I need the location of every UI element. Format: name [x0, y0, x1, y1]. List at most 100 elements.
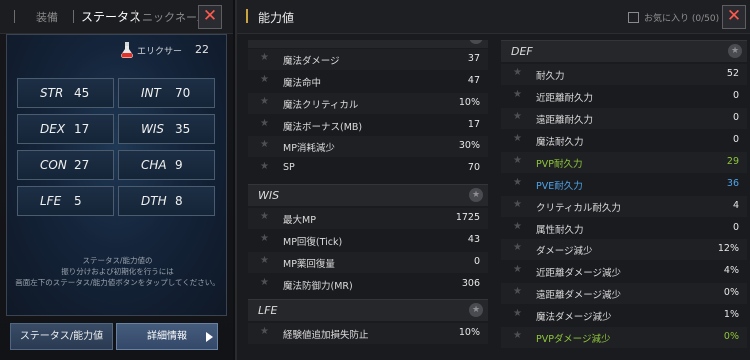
- ability-value: 0: [732, 134, 739, 145]
- star-icon[interactable]: ★: [513, 111, 522, 122]
- ability-row[interactable]: ★ 魔法ダメージ減少 1%: [501, 305, 747, 326]
- stat-lfe[interactable]: LFE 5: [17, 186, 114, 216]
- ability-value: 47: [467, 75, 480, 86]
- ability-label: 遠距離耐久力: [536, 115, 594, 126]
- ability-row[interactable]: ★ PVPダメージ減少 0%: [501, 327, 747, 348]
- ability-label: MP回復(Tick): [283, 237, 343, 248]
- star-icon[interactable]: ★: [260, 139, 269, 150]
- stat-value: 70: [175, 86, 191, 100]
- star-icon[interactable]: ★: [260, 326, 269, 337]
- star-icon[interactable]: ★: [513, 308, 522, 319]
- ability-row[interactable]: ★ MP消耗減少 30%: [248, 136, 488, 157]
- stat-con[interactable]: CON 27: [17, 150, 114, 180]
- star-icon[interactable]: ★: [513, 286, 522, 297]
- star-icon[interactable]: ★: [260, 233, 269, 244]
- star-icon[interactable]: ★: [513, 330, 522, 341]
- ability-label: PVP耐久力: [536, 159, 583, 170]
- ability-panel: 能力値 お気に入り (0/50) ✕ ★ ★ 魔法ダメージ 37 ★ 魔法命中 …: [235, 0, 750, 360]
- tab-divider: [14, 10, 15, 23]
- star-icon[interactable]: ★: [260, 161, 269, 172]
- ability-row[interactable]: ★ MP薬回復量 0: [248, 252, 488, 273]
- close-button[interactable]: ✕: [722, 5, 746, 29]
- stat-cha[interactable]: CHA 9: [118, 150, 215, 180]
- ability-row[interactable]: ★ 経験値追加損失防止 10%: [248, 323, 488, 344]
- ability-value: 0: [473, 256, 480, 267]
- ability-row[interactable]: ★ PVE耐久力 36: [501, 174, 747, 195]
- star-icon[interactable]: ★: [260, 52, 269, 63]
- close-button[interactable]: ✕: [198, 5, 222, 29]
- ability-row[interactable]: ★ 魔法防御力(MR) 306: [248, 274, 488, 295]
- detail-info-button[interactable]: 詳細情報: [116, 323, 218, 350]
- ability-list-left[interactable]: ★ ★ 魔法ダメージ 37 ★ 魔法命中 47 ★ 魔法クリティカル 10% ★…: [248, 40, 488, 360]
- stat-name: STR: [40, 86, 64, 100]
- ability-row[interactable]: ★ ダメージ減少 12%: [501, 239, 747, 260]
- ability-value: 43: [467, 234, 480, 245]
- ability-row[interactable]: ★ 近距離ダメージ減少 4%: [501, 261, 747, 282]
- star-icon[interactable]: ★: [260, 277, 269, 288]
- stat-name: WIS: [141, 122, 165, 136]
- star-icon[interactable]: ★: [513, 264, 522, 275]
- help-note-line: 画面左下のステータス/能力値ボタンをタップしてください。: [15, 278, 220, 287]
- star-icon[interactable]: ★: [513, 67, 522, 78]
- section-header-wis: WIS ★: [248, 184, 488, 206]
- star-icon[interactable]: ★: [260, 74, 269, 85]
- stat-dex[interactable]: DEX 17: [17, 114, 114, 144]
- stat-int[interactable]: INT 70: [118, 78, 215, 108]
- section-header-int: ★: [248, 40, 488, 48]
- tab-status[interactable]: ステータス: [81, 8, 141, 25]
- ability-row[interactable]: ★ 近距離耐久力 0: [501, 86, 747, 107]
- close-icon: ✕: [726, 6, 742, 26]
- stat-str[interactable]: STR 45: [17, 78, 114, 108]
- ability-row[interactable]: ★ 魔法命中 47: [248, 71, 488, 92]
- help-note: ステータス/能力値の 振り分けおよび初期化を行うには 画面左下のステータス/能力…: [7, 255, 228, 288]
- ability-row[interactable]: ★ クリティカル耐久力 4: [501, 196, 747, 217]
- star-icon[interactable]: ★: [513, 177, 522, 188]
- ability-row[interactable]: ★ 魔法ダメージ 37: [248, 49, 488, 70]
- tab-divider: [135, 10, 136, 23]
- ability-row[interactable]: ★ 耐久力 52: [501, 64, 747, 85]
- ability-row[interactable]: ★ PVP耐久力 29: [501, 152, 747, 173]
- star-icon[interactable]: ★: [513, 199, 522, 210]
- elixir-count: 22: [195, 43, 209, 56]
- ability-value: 10%: [458, 97, 480, 108]
- tab-divider: [73, 10, 74, 23]
- stat-name: CHA: [141, 158, 167, 172]
- section-header-def: DEF ★: [501, 40, 747, 62]
- ability-value: 37: [467, 53, 480, 64]
- stat-name: INT: [141, 86, 161, 100]
- ability-label: PVPダメージ減少: [536, 334, 611, 345]
- stat-dth[interactable]: DTH 8: [118, 186, 215, 216]
- tab-equipment[interactable]: 装備: [36, 9, 58, 25]
- star-icon[interactable]: ★: [260, 211, 269, 222]
- ability-value: 0: [732, 90, 739, 101]
- ability-list-right[interactable]: DEF ★ ★ 耐久力 52 ★ 近距離耐久力 0 ★ 遠距離耐久力 0 ★ 魔…: [501, 40, 747, 360]
- ability-row[interactable]: ★ 最大MP 1725: [248, 208, 488, 229]
- ability-row[interactable]: ★ 魔法クリティカル 10%: [248, 93, 488, 114]
- favorite-checkbox[interactable]: [628, 12, 639, 23]
- star-icon[interactable]: ★: [513, 133, 522, 144]
- star-icon[interactable]: ★: [469, 188, 483, 202]
- ability-row[interactable]: ★ 遠距離耐久力 0: [501, 108, 747, 129]
- ability-row[interactable]: ★ SP 70: [248, 158, 488, 179]
- ability-label: PVE耐久力: [536, 181, 583, 192]
- star-icon[interactable]: ★: [513, 89, 522, 100]
- star-icon[interactable]: ★: [469, 40, 483, 44]
- star-icon[interactable]: ★: [513, 155, 522, 166]
- star-icon[interactable]: ★: [728, 44, 742, 58]
- star-icon[interactable]: ★: [513, 221, 522, 232]
- section-header-lfe: LFE ★: [248, 299, 488, 321]
- ability-row[interactable]: ★ 遠距離ダメージ減少 0%: [501, 283, 747, 304]
- ability-row[interactable]: ★ MP回復(Tick) 43: [248, 230, 488, 251]
- star-icon[interactable]: ★: [260, 118, 269, 129]
- ability-row[interactable]: ★ 魔法耐久力 0: [501, 130, 747, 151]
- star-icon[interactable]: ★: [469, 303, 483, 317]
- stat-wis[interactable]: WIS 35: [118, 114, 215, 144]
- status-button[interactable]: ステータス/能力値: [10, 323, 113, 350]
- star-icon[interactable]: ★: [513, 242, 522, 253]
- ability-value: 1%: [723, 309, 739, 320]
- star-icon[interactable]: ★: [260, 255, 269, 266]
- ability-row[interactable]: ★ 属性耐久力 0: [501, 218, 747, 239]
- ability-row[interactable]: ★ 魔法ボーナス(MB) 17: [248, 115, 488, 136]
- ability-label: MP消耗減少: [283, 143, 335, 154]
- star-icon[interactable]: ★: [260, 96, 269, 107]
